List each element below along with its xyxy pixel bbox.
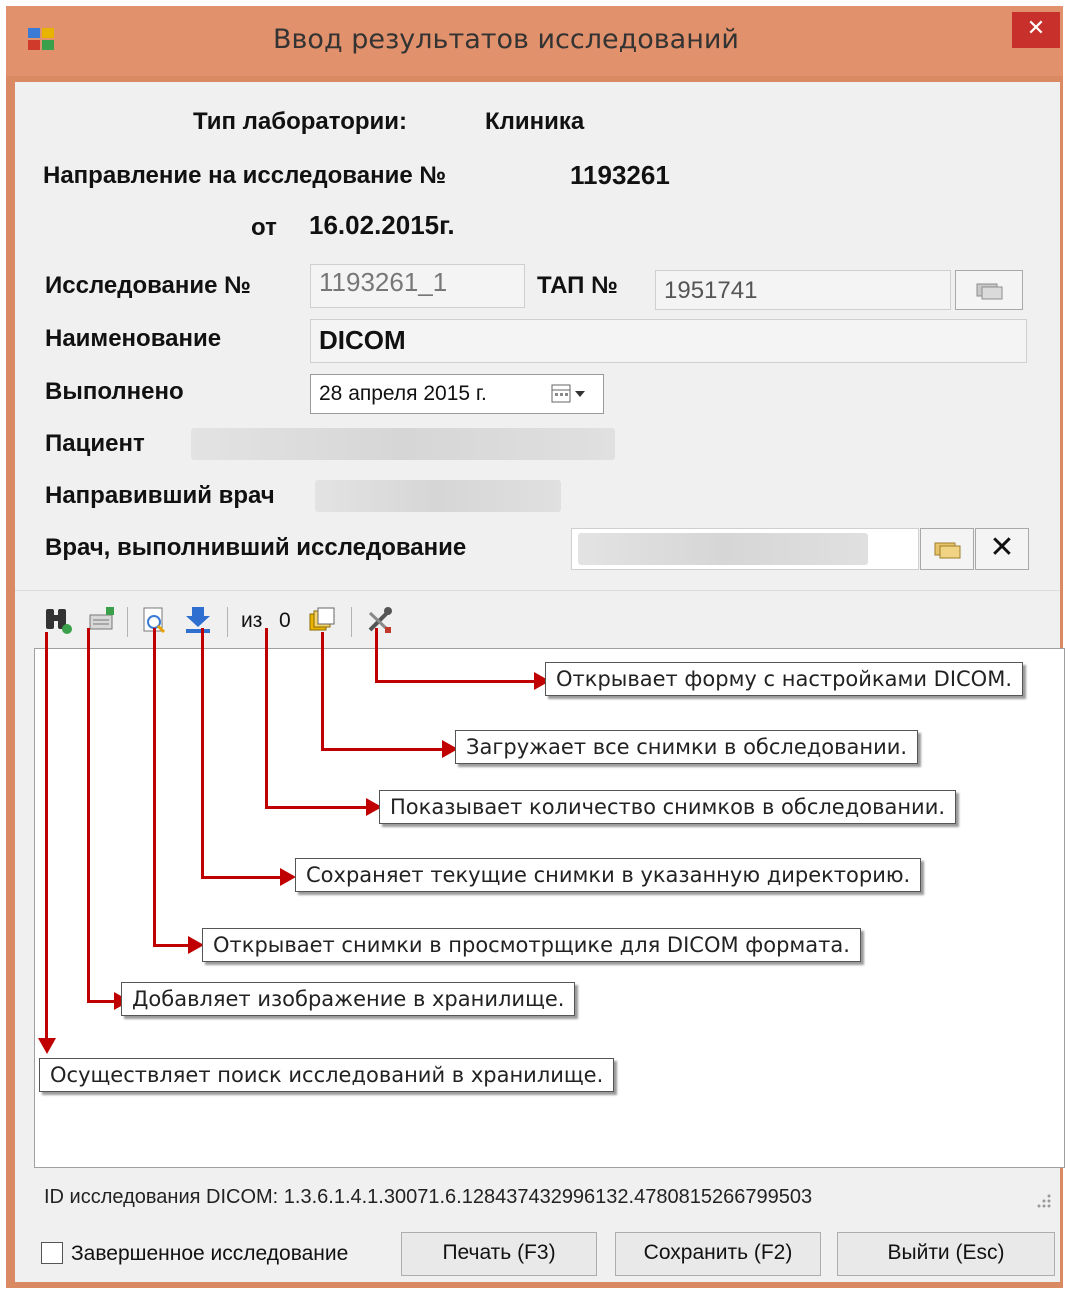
dialog-window: Ввод результатов исследований ✕ Тип лабо… [6,6,1065,1288]
close-button[interactable]: ✕ [1012,12,1060,48]
from-label: от [251,214,277,241]
callout-search: Осуществляет поиск исследований в хранил… [39,1058,615,1092]
calendar-dropdown-icon[interactable] [551,383,591,405]
completed-checkbox[interactable] [41,1242,63,1264]
name-field[interactable]: DICOM [310,319,1027,363]
tap-select-button[interactable] [955,270,1023,310]
callout-viewer: Открывает снимки в просмотрщике для DICO… [202,928,861,962]
resize-grip-icon[interactable] [1033,1190,1053,1210]
performing-doctor-label: Врач, выполнивший исследование [45,534,467,561]
done-label: Выполнено [45,378,184,405]
add-image-icon[interactable] [87,605,117,635]
study-number-label: Исследование № [45,272,251,299]
annotation-line [201,628,204,878]
binoculars-search-icon[interactable] [43,605,73,635]
callout-count: Показывает количество снимков в обследов… [379,790,957,824]
dicom-study-id: ID исследования DICOM: 1.3.6.1.4.1.30071… [44,1186,813,1208]
load-all-images-icon[interactable] [307,605,337,635]
performing-doctor-field[interactable] [571,528,919,570]
referral-date: 16.02.2015г. [309,210,455,240]
title-bar[interactable]: Ввод результатов исследований ✕ [6,6,1063,76]
annotation-line [153,628,156,946]
folder-pick-icon [934,542,961,559]
image-count: 0 [279,609,291,632]
annotation-line [321,748,443,751]
annotation-line [45,632,48,1038]
patient-name-redacted [191,428,615,460]
annotation-line [201,876,281,879]
print-button[interactable]: Печать (F3) [401,1232,597,1276]
annotation-line [87,628,90,1002]
name-label: Наименование [45,325,222,352]
arrowhead [38,1038,56,1054]
referring-doctor-redacted [315,480,561,512]
arrowhead [280,868,296,886]
referral-label: Направление на исследование № [43,162,447,189]
toolbar-separator [127,607,128,637]
form-body: Тип лаборатории: Клиника Направление на … [15,82,1065,1282]
performing-doctor-redacted [578,533,868,565]
window-title: Ввод результатов исследований [273,24,739,55]
lab-type-value: Клиника [485,108,585,135]
tap-field[interactable]: 1951741 [655,270,951,310]
referral-number: 1193261 [570,160,670,190]
dicom-toolbar: из 0 [15,590,1060,647]
toolbar-separator [351,607,352,637]
save-button[interactable]: Сохранить (F2) [615,1232,821,1276]
count-prefix: из [241,609,263,632]
tap-label: ТАП № [537,272,618,299]
annotation-line [375,680,535,683]
performing-doctor-select-button[interactable] [920,528,974,570]
exit-button[interactable]: Выйти (Esc) [837,1232,1055,1276]
referring-doctor-label: Направивший врач [45,482,275,509]
callout-load-all: Загружает все снимки в обследовании. [455,730,919,764]
annotation-line [321,632,324,750]
annotation-line [265,806,367,809]
folder-pick-icon [976,283,1003,300]
completed-label: Завершенное исследование [71,1242,349,1265]
toolbar-separator [227,607,228,637]
annotation-line [375,628,378,682]
patient-label: Пациент [45,430,145,457]
study-number-field[interactable]: 1193261_1 [310,264,525,308]
callout-save-dir: Сохраняет текущие снимки в указанную дир… [295,858,922,892]
done-date-value: 28 апреля 2015 г. [319,382,487,405]
settings-tools-icon[interactable] [365,605,395,635]
annotation-line [87,1000,115,1003]
save-download-icon[interactable] [183,605,213,635]
annotation-line [265,628,268,808]
callout-add-image: Добавляет изображение в хранилище. [121,982,576,1016]
lab-type-label: Тип лаборатории: [193,108,408,135]
callout-settings: Открывает форму с настройками DICOM. [545,662,1024,696]
done-date-picker[interactable]: 28 апреля 2015 г. [310,374,604,414]
annotation-line [153,944,189,947]
clear-doctor-button[interactable]: ✕ [975,528,1029,570]
